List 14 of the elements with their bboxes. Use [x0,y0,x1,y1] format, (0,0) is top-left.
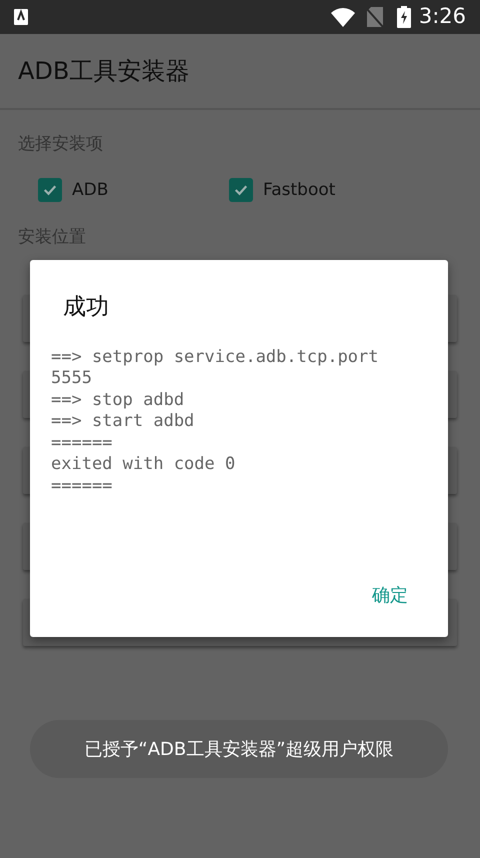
command-output: ==> setprop service.adb.tcp.port 5555 ==> stop adbd ==> start adbd ====== exited with code 0 ====== [51,346,380,497]
option-label: Fastboot [263,178,336,202]
dialog-title: 成功 [63,293,110,322]
toast: 已授予“ADB工具安装器”超级用户权限 [30,720,448,778]
wifi-icon [330,7,355,27]
battery-charging-icon [396,6,411,28]
checkbox[interactable] [38,178,62,202]
option-label: ADB [72,178,108,202]
ok-button[interactable]: 确定 [362,576,418,615]
app-title: ADB工具安装器 [18,56,190,87]
checkbox[interactable] [229,178,253,202]
notification-icon [14,9,28,25]
no-sim-icon [366,7,383,27]
clock: 3:26 [418,3,466,30]
